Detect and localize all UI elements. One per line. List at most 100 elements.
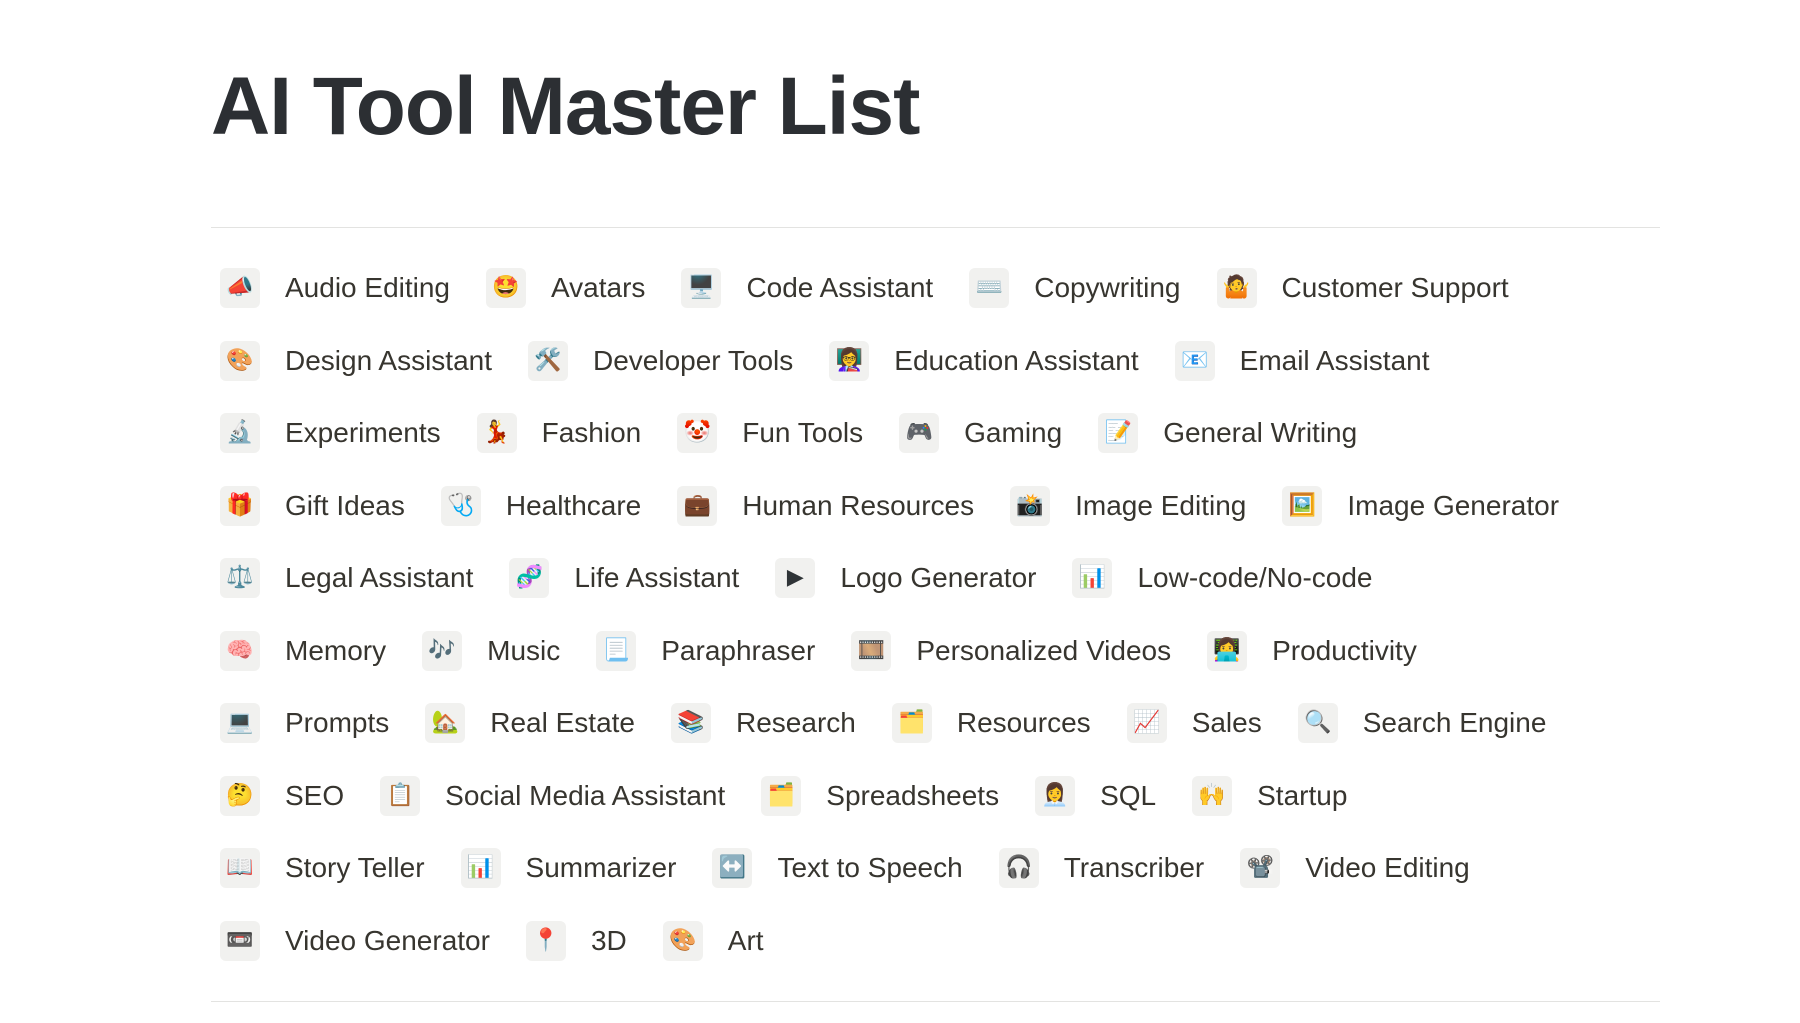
tag-label: Logo Generator bbox=[840, 562, 1037, 594]
tag-label: Audio Editing bbox=[285, 272, 451, 304]
palette-icon: 🎨 bbox=[662, 920, 703, 961]
tag-label: Human Resources bbox=[742, 489, 975, 521]
bottom-divider bbox=[211, 1001, 1660, 1002]
tag-link-fashion[interactable]: 💃 Fashion bbox=[476, 413, 641, 454]
tag-label: Productivity bbox=[1272, 634, 1417, 666]
tag-link-gaming[interactable]: 🎮 Gaming bbox=[899, 413, 1062, 454]
tag-link-design-assistant[interactable]: 🎨 Design Assistant bbox=[220, 340, 492, 381]
tag-link-research[interactable]: 📚 Research bbox=[671, 703, 856, 744]
tag-label: Social Media Assistant bbox=[445, 779, 726, 811]
tag-row: 🎨 Design Assistant 🛠️ Developer Tools 👩‍🏫 Edu… bbox=[220, 325, 1660, 398]
tag-label: SQL bbox=[1100, 779, 1157, 811]
tag-link-prompts[interactable]: 💻 Prompts bbox=[220, 703, 390, 744]
tag-link-developer-tools[interactable]: 🛠️ Developer Tools bbox=[528, 340, 794, 381]
tag-link-low-code-no-code[interactable]: 📊 Low-code/No-code bbox=[1072, 558, 1373, 599]
person-icon: 🤷 bbox=[1216, 268, 1257, 309]
magnifying-glass-icon: 🔍 bbox=[1297, 703, 1338, 744]
tag-link-education-assistant[interactable]: 👩‍🏫 Education Assistant bbox=[829, 340, 1139, 381]
tag-link-summarizer[interactable]: 📊 Summarizer bbox=[460, 848, 676, 889]
tag-link-social-media-assistant[interactable]: 📋 Social Media Assistant bbox=[380, 775, 726, 816]
musical-notes-icon: 🎶 bbox=[422, 630, 463, 671]
dna-icon: 🧬 bbox=[509, 558, 550, 599]
tag-link-image-editing[interactable]: 📸 Image Editing bbox=[1010, 485, 1247, 526]
tag-link-healthcare[interactable]: 🩺 Healthcare bbox=[440, 485, 642, 526]
tag-link-text-to-speech[interactable]: ↔️ Text to Speech bbox=[712, 848, 963, 889]
desktop-computer-icon: 🖥️ bbox=[681, 268, 722, 309]
tag-label: Video Editing bbox=[1305, 852, 1470, 884]
headphones-icon: 🎧 bbox=[998, 848, 1039, 889]
play-icon: ▶ bbox=[775, 558, 816, 599]
tag-link-music[interactable]: 🎶 Music bbox=[422, 630, 560, 671]
star-struck-face-icon: 🤩 bbox=[486, 268, 527, 309]
tag-link-video-generator[interactable]: 📼 Video Generator bbox=[220, 920, 490, 961]
framed-picture-icon: 🖼️ bbox=[1282, 485, 1323, 526]
tag-link-image-generator[interactable]: 🖼️ Image Generator bbox=[1282, 485, 1559, 526]
tag-row: 💻 Prompts 🏡 Real Estate 📚 Research 🗂️ Resources… bbox=[220, 687, 1660, 760]
tag-label: Healthcare bbox=[505, 489, 642, 521]
tag-link-code-assistant[interactable]: 🖥️ Code Assistant bbox=[681, 268, 934, 309]
tag-link-startup[interactable]: 🙌 Startup bbox=[1192, 775, 1347, 816]
tag-row: 🎁 Gift Ideas 🩺 Healthcare 💼 Human Resources 📸 I… bbox=[220, 470, 1660, 543]
tag-link-art[interactable]: 🎨 Art bbox=[662, 920, 764, 961]
tag-row: 📼 Video Generator 📍 3D 🎨 Art bbox=[220, 905, 1660, 978]
tag-link-real-estate[interactable]: 🏡 Real Estate bbox=[425, 703, 635, 744]
tag-link-fun-tools[interactable]: 🤡 Fun Tools bbox=[677, 413, 863, 454]
dancer-icon: 💃 bbox=[476, 413, 517, 454]
tag-label: Life Assistant bbox=[574, 562, 740, 594]
tag-link-paraphraser[interactable]: 📃 Paraphraser bbox=[596, 630, 816, 671]
teacher-icon: 👩‍🏫 bbox=[829, 340, 870, 381]
tag-link-transcriber[interactable]: 🎧 Transcriber bbox=[998, 848, 1204, 889]
tools-icon: 🛠️ bbox=[528, 340, 568, 381]
tag-link-audio-editing[interactable]: 📣 Audio Editing bbox=[220, 268, 451, 309]
technologist-icon: 👩‍💻 bbox=[1207, 630, 1248, 671]
tag-link-video-editing[interactable]: 📽️ Video Editing bbox=[1240, 848, 1470, 889]
tag-link-3d[interactable]: 📍 3D bbox=[525, 920, 627, 961]
tag-link-story-teller[interactable]: 📖 Story Teller bbox=[220, 848, 425, 889]
tag-link-spreadsheets[interactable]: 🗂️ Spreadsheets bbox=[761, 775, 999, 816]
game-controller-icon: 🎮 bbox=[899, 413, 940, 454]
tag-link-avatars[interactable]: 🤩 Avatars bbox=[486, 268, 646, 309]
tag-label: Prompts bbox=[285, 707, 390, 739]
tag-label: Search Engine bbox=[1362, 707, 1547, 739]
tag-label: Customer Support bbox=[1281, 272, 1509, 304]
briefcase-icon: 💼 bbox=[677, 485, 718, 526]
tag-link-experiments[interactable]: 🔬 Experiments bbox=[220, 413, 441, 454]
tag-label: Code Assistant bbox=[746, 272, 934, 304]
tag-link-resources[interactable]: 🗂️ Resources bbox=[891, 703, 1091, 744]
tag-link-productivity[interactable]: 👩‍💻 Productivity bbox=[1207, 630, 1417, 671]
stethoscope-icon: 🩺 bbox=[440, 485, 481, 526]
books-icon: 📚 bbox=[671, 703, 711, 744]
raised-hands-icon: 🙌 bbox=[1192, 775, 1233, 816]
email-icon: 📧 bbox=[1174, 340, 1215, 381]
left-right-arrow-icon: ↔️ bbox=[712, 848, 753, 889]
tag-link-gift-ideas[interactable]: 🎁 Gift Ideas bbox=[220, 485, 405, 526]
tag-label: Avatars bbox=[551, 272, 646, 304]
page-icon: 📃 bbox=[596, 630, 637, 671]
tag-link-general-writing[interactable]: 📝 General Writing bbox=[1098, 413, 1357, 454]
tag-link-legal-assistant[interactable]: ⚖️ Legal Assistant bbox=[220, 558, 474, 599]
tag-link-copywriting[interactable]: ⌨️ Copywriting bbox=[969, 268, 1181, 309]
tag-label: Paraphraser bbox=[661, 634, 816, 666]
balance-scale-icon: ⚖️ bbox=[220, 558, 260, 599]
open-book-icon: 📖 bbox=[220, 848, 260, 889]
tag-label: Legal Assistant bbox=[285, 562, 474, 594]
tag-link-personalized-videos[interactable]: 🎞️ Personalized Videos bbox=[851, 630, 1171, 671]
tag-link-sales[interactable]: 📈 Sales bbox=[1126, 703, 1262, 744]
tag-link-logo-generator[interactable]: ▶ Logo Generator bbox=[775, 558, 1037, 599]
house-garden-icon: 🏡 bbox=[425, 703, 466, 744]
tag-link-life-assistant[interactable]: 🧬 Life Assistant bbox=[509, 558, 740, 599]
bar-chart-icon: 📊 bbox=[1072, 558, 1113, 599]
tag-row: 🧠 Memory 🎶 Music 📃 Paraphraser 🎞️ Personalized … bbox=[220, 615, 1660, 688]
tag-link-email-assistant[interactable]: 📧 Email Assistant bbox=[1174, 340, 1430, 381]
tag-link-search-engine[interactable]: 🔍 Search Engine bbox=[1297, 703, 1547, 744]
tag-link-seo[interactable]: 🤔 SEO bbox=[220, 775, 344, 816]
tag-label: Developer Tools bbox=[593, 344, 794, 376]
tag-link-sql[interactable]: 👩‍💼 SQL bbox=[1035, 775, 1157, 816]
office-worker-icon: 👩‍💼 bbox=[1035, 775, 1076, 816]
folder-icon: 🗂️ bbox=[761, 775, 802, 816]
tag-link-human-resources[interactable]: 💼 Human Resources bbox=[677, 485, 975, 526]
tag-label: Email Assistant bbox=[1239, 344, 1430, 376]
tag-label: Image Editing bbox=[1075, 489, 1247, 521]
tag-link-memory[interactable]: 🧠 Memory bbox=[220, 630, 386, 671]
tag-link-customer-support[interactable]: 🤷 Customer Support bbox=[1216, 268, 1509, 309]
